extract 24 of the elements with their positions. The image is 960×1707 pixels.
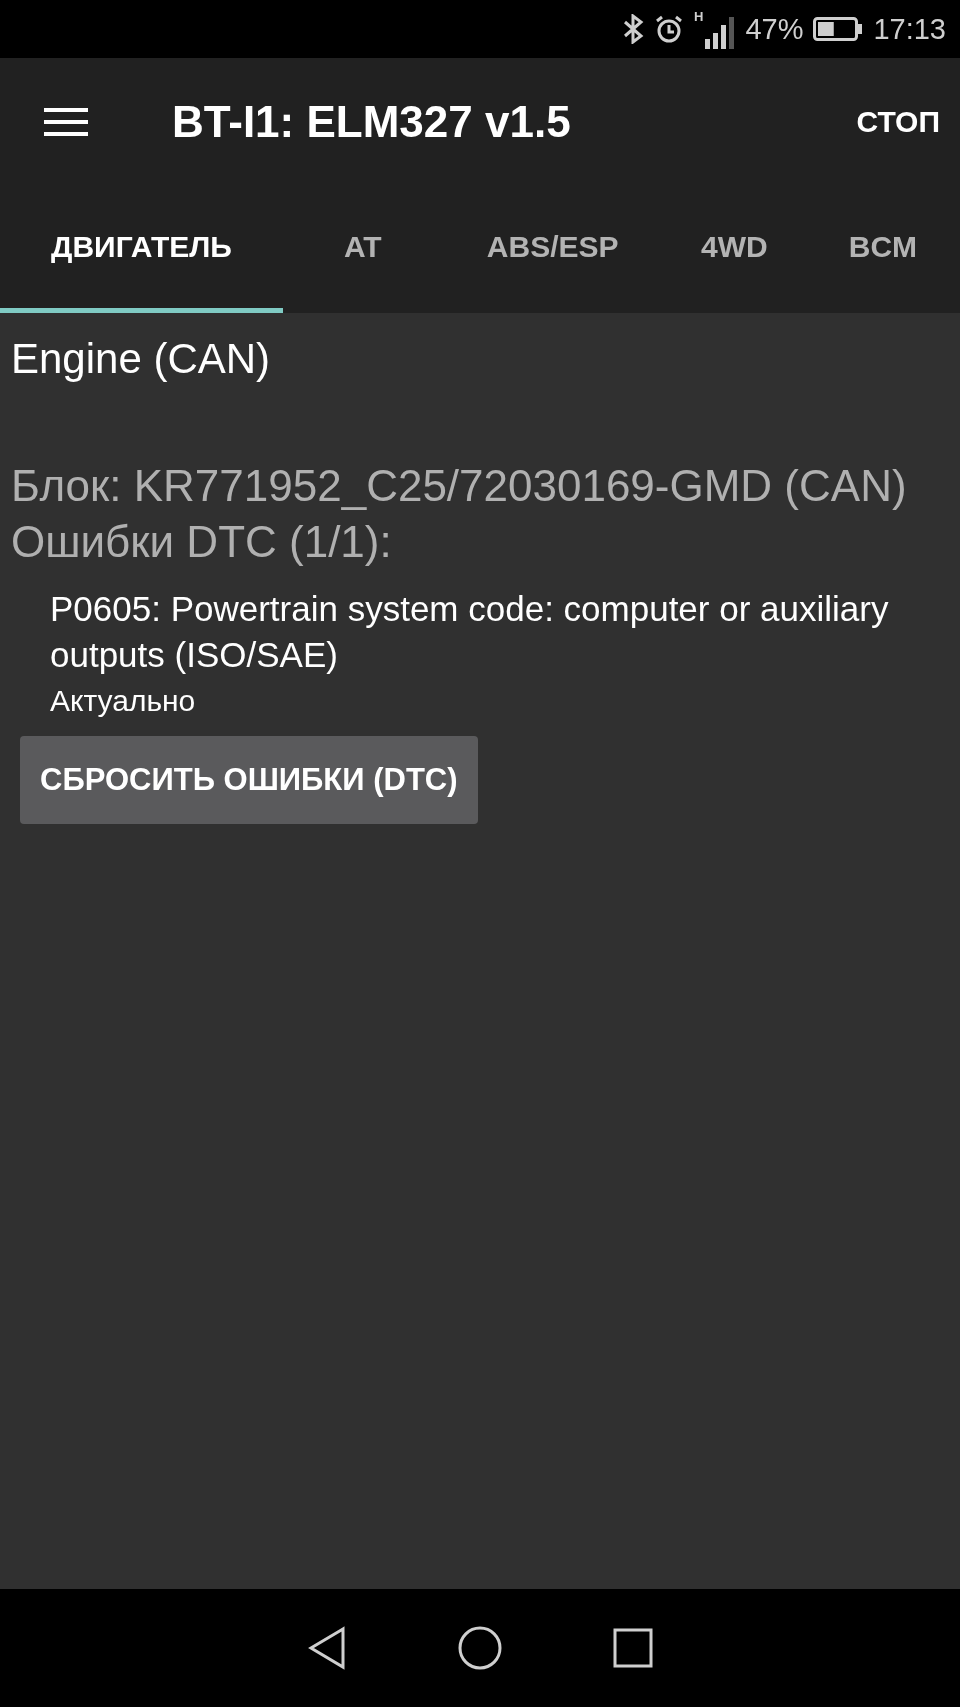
network-type: H [694, 9, 704, 24]
battery-percent: 47% [745, 12, 804, 46]
signal-icon [705, 15, 736, 49]
tab[interactable]: 4WD [662, 185, 806, 313]
stop-button[interactable]: СТОП [856, 96, 940, 147]
back-icon[interactable] [307, 1626, 347, 1670]
unit-info: Блок: KR771952_C25/72030169-GMD (CAN) [11, 460, 908, 512]
dtc-description: P0605: Powertrain system code: computer or auxiliary outputs (ISO/SAE) [50, 588, 890, 676]
alarm-icon [654, 14, 684, 44]
menu-icon[interactable] [44, 107, 88, 136]
tab[interactable]: ABS/ESP [442, 185, 663, 313]
tab[interactable]: ДВИГАТЕЛЬ [0, 185, 283, 313]
bluetooth-icon [622, 14, 644, 44]
home-icon[interactable] [457, 1625, 503, 1671]
dtc-header: Ошибки DTC (1/1): [11, 516, 393, 568]
reset-errors-button[interactable]: СБРОСИТЬ ОШИБКИ (DTC) [20, 736, 478, 824]
tab[interactable]: AT [282, 185, 443, 313]
dtc-status: Актуально [50, 684, 197, 718]
tab[interactable]: BCM [805, 185, 960, 313]
battery-icon [813, 17, 864, 41]
recents-icon[interactable] [613, 1628, 653, 1668]
module-heading: Engine (CAN) [11, 335, 272, 383]
app-title: BT-I1: ELM327 v1.5 [172, 96, 572, 147]
clock: 17:13 [873, 12, 946, 46]
